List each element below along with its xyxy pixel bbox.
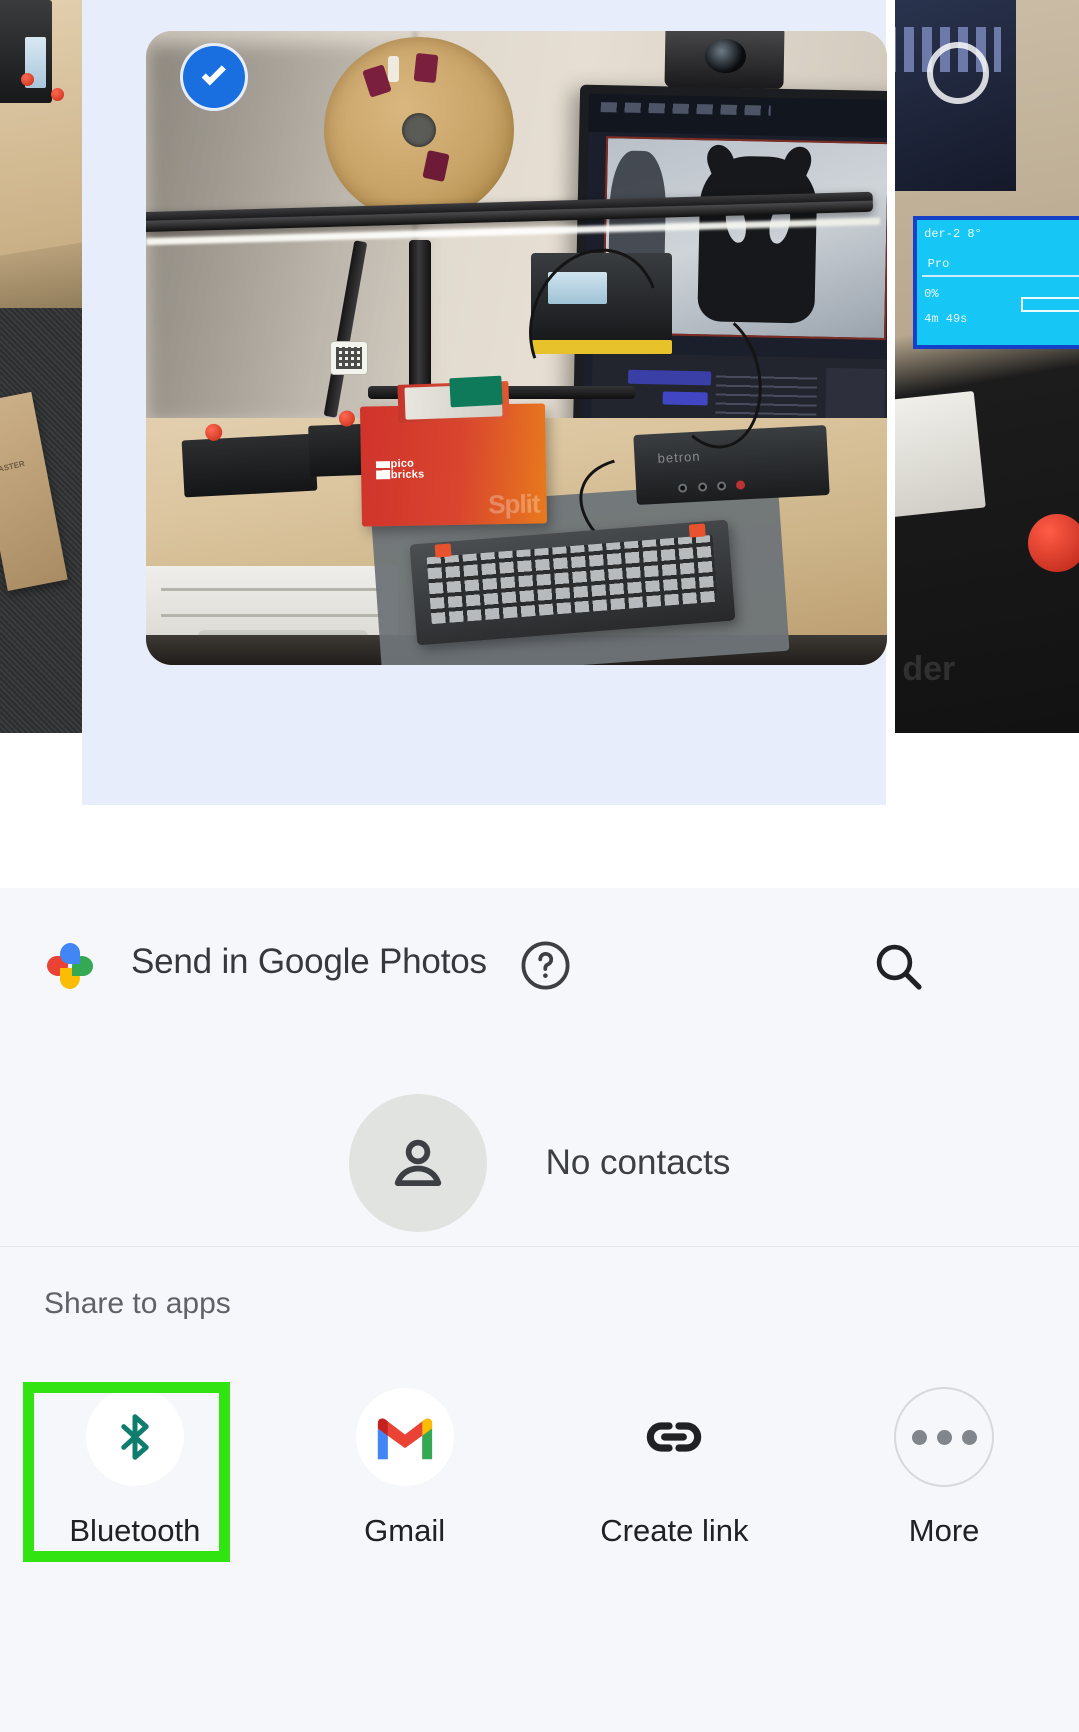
share-app-label: Create link [600, 1513, 749, 1548]
share-app-label: Gmail [364, 1513, 446, 1548]
drawer-seam [161, 613, 383, 617]
share-sheet: Send in Google Photos No contacts Share … [0, 888, 1079, 1732]
lcd-rule [922, 274, 1079, 277]
avatar [348, 1094, 487, 1232]
picobricks-text: pico bricks [390, 458, 425, 482]
scene-webcam [664, 31, 784, 90]
thumb-white-object [895, 390, 986, 519]
thumb-red-knob [1028, 513, 1079, 572]
person-icon [394, 1139, 441, 1186]
lcd-line-4: 4m 49s [924, 312, 968, 327]
spool-clip [388, 55, 400, 82]
help-circle-icon[interactable] [519, 939, 572, 992]
link-icon [647, 1422, 702, 1452]
carousel-thumbnail-next[interactable]: der-2 8° Pro 0% 4m 49s der [895, 0, 1079, 733]
more-icon-wrap [890, 1383, 998, 1491]
share-app-gmail[interactable]: Gmail [270, 1383, 540, 1549]
keyboard-delete-key [688, 523, 706, 538]
lcd-progress-bar [1021, 297, 1079, 313]
selected-photo[interactable]: pico bricks Split betron [146, 31, 887, 665]
spool-clip [361, 64, 392, 98]
share-app-bluetooth[interactable]: Bluetooth [0, 1383, 270, 1549]
share-sheet-title: Send in Google Photos [131, 942, 487, 981]
dot [936, 1429, 952, 1445]
section-divider [0, 1246, 1079, 1247]
scene-gear-plate [181, 423, 318, 498]
spool-clip [421, 150, 450, 182]
gmail-icon-wrap [351, 1383, 459, 1491]
google-photos-icon [44, 940, 96, 992]
scene-pcb-green [449, 375, 503, 407]
keyboard-keys [426, 534, 718, 625]
photo-selected-check-badge[interactable] [183, 46, 245, 108]
scene-picobricks-box: pico bricks Split [359, 403, 548, 528]
bluetooth-icon-wrap [81, 1383, 189, 1491]
no-contacts-label: No contacts [545, 1143, 731, 1182]
video-chair [696, 155, 818, 324]
carousel-thumbnail-previous[interactable]: MASTER [0, 0, 82, 733]
share-sheet-header: Send in Google Photos [0, 888, 1079, 1038]
betron-power-led [736, 480, 746, 491]
carousel-selected-slot[interactable]: pico bricks Split betron [82, 0, 887, 805]
spool-clip [413, 52, 439, 84]
link-icon-wrap [620, 1383, 728, 1491]
scene-qr-sticker [331, 341, 368, 374]
more-dots-icon [894, 1387, 995, 1487]
red-knob [204, 423, 223, 442]
photo-scene: pico bricks Split betron [146, 31, 887, 665]
red-knob [338, 410, 356, 427]
keyboard-esc-key [434, 543, 452, 558]
monitor-menubar [588, 93, 887, 139]
share-app-create-link[interactable]: Create link [540, 1383, 810, 1549]
thumb-box-text: MASTER [0, 458, 26, 475]
dot [911, 1429, 927, 1445]
app-icon-background [85, 1388, 184, 1486]
picobricks-mark [375, 461, 390, 480]
share-apps-row: Bluetooth Gmail Create link More [0, 1383, 1079, 1549]
drawer-seam [161, 587, 383, 591]
bluetooth-icon [121, 1414, 149, 1460]
photo-carousel[interactable]: MASTER pico bricks Split betron der-2 8°… [0, 0, 1079, 805]
photo-unselected-circle-badge[interactable] [927, 42, 989, 104]
search-icon[interactable] [870, 938, 926, 994]
scene-filament-spool [323, 37, 514, 223]
thumb-printer-lcd: der-2 8° Pro 0% 4m 49s [917, 219, 1079, 345]
gmail-icon [377, 1418, 432, 1460]
thumb-emboss-text: der [902, 650, 956, 689]
lcd-line-2: Pro [927, 257, 950, 272]
lcd-line-3: 0% [924, 287, 939, 302]
lcd-line-1: der-2 8° [924, 227, 982, 242]
dot [961, 1429, 977, 1445]
share-app-label: Bluetooth [69, 1513, 201, 1548]
picobricks-split-text: Split [487, 488, 540, 520]
spool-hub [401, 112, 436, 147]
share-to-apps-label: Share to apps [44, 1287, 231, 1320]
share-app-more[interactable]: More [809, 1383, 1079, 1549]
check-icon [201, 65, 226, 86]
share-app-label: More [908, 1513, 980, 1548]
contacts-empty-row: No contacts [0, 1058, 1079, 1268]
thumb-red-knob-2 [50, 87, 64, 101]
app-icon-background [355, 1388, 454, 1486]
picobricks-line-2: bricks [390, 468, 425, 482]
